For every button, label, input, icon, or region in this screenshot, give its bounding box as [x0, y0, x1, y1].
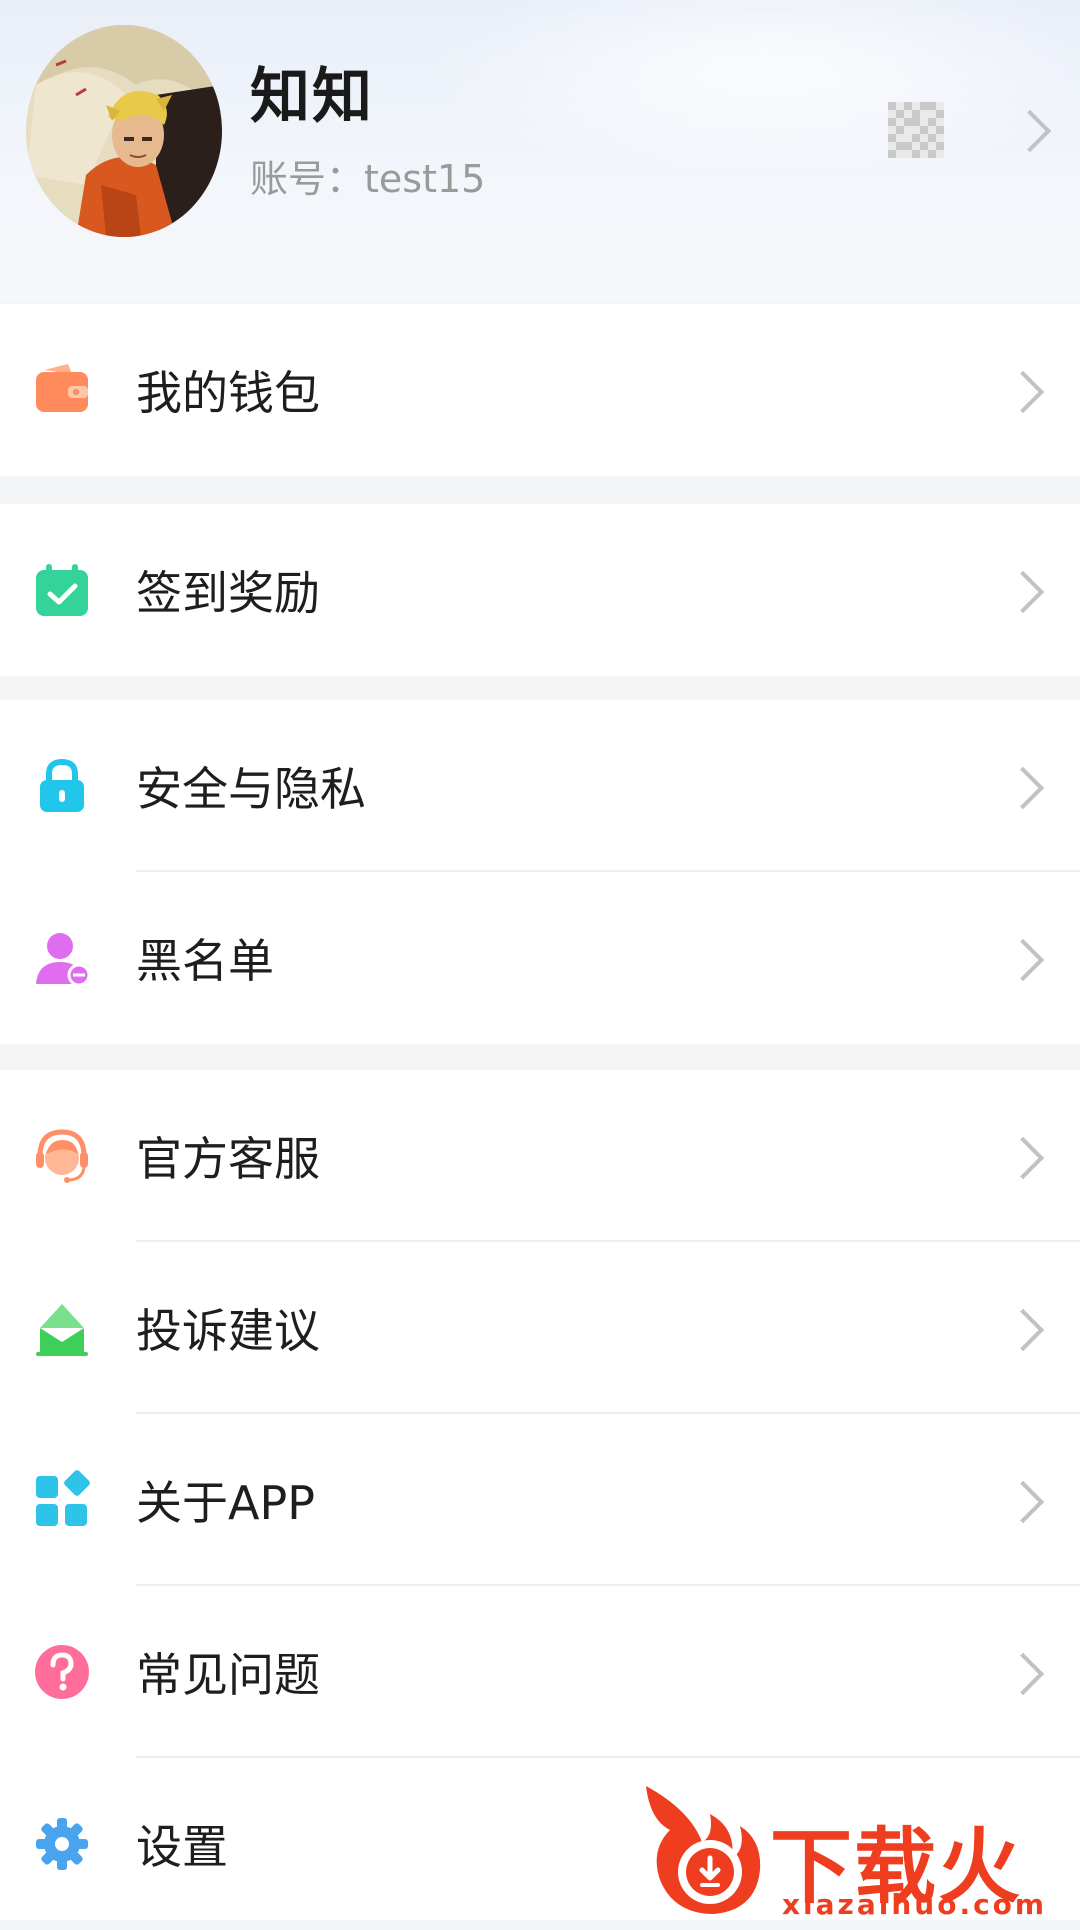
menu-item-label: 设置 — [136, 1820, 228, 1874]
profile-header[interactable]: 知知 账号：test15 — [0, 0, 1080, 300]
account-label: 账号： — [250, 157, 365, 201]
menu-item-label: 常见问题 — [136, 1648, 320, 1702]
chevron-right-icon — [1001, 370, 1045, 414]
menu-item-blacklist[interactable]: 黑名单 — [0, 872, 1080, 1044]
chevron-right-icon — [1001, 1652, 1045, 1696]
menu-item-label: 我的钱包 — [136, 366, 320, 420]
chevron-right-icon — [1001, 1136, 1045, 1180]
menu-item-label: 投诉建议 — [136, 1304, 320, 1358]
chevron-right-icon — [1001, 766, 1045, 810]
calendar-check-icon — [32, 560, 92, 620]
avatar[interactable] — [26, 25, 222, 237]
flame-logo-icon — [646, 1786, 761, 1914]
menu-item-feedback[interactable]: 投诉建议 — [0, 1242, 1080, 1414]
gear-icon — [32, 1814, 92, 1874]
avatar-image — [26, 25, 222, 237]
menu-item-wallet[interactable]: 我的钱包 — [0, 304, 1080, 476]
headset-icon — [32, 1126, 92, 1186]
chevron-right-icon — [1001, 938, 1045, 982]
section-wallet: 我的钱包 — [0, 304, 1080, 476]
menu-item-security[interactable]: 安全与隐私 — [0, 700, 1080, 872]
chevron-right-icon — [1001, 570, 1045, 614]
menu-item-checkin[interactable]: 签到奖励 — [0, 504, 1080, 676]
chevron-right-icon — [1008, 109, 1052, 153]
menu-item-label: 关于APP — [136, 1476, 315, 1530]
menu-item-label: 官方客服 — [136, 1132, 320, 1186]
apps-icon — [32, 1470, 92, 1530]
nickname: 知知 — [250, 62, 374, 132]
user-block-icon — [32, 928, 92, 988]
menu-item-faq[interactable]: 常见问题 — [0, 1586, 1080, 1758]
section-checkin: 签到奖励 — [0, 504, 1080, 676]
menu-item-support[interactable]: 官方客服 — [0, 1070, 1080, 1242]
watermark-url: xiazaihuo.com — [782, 1888, 1048, 1921]
chevron-right-icon — [1001, 1308, 1045, 1352]
menu-item-label: 签到奖励 — [136, 566, 320, 620]
qr-code-icon[interactable] — [888, 100, 944, 160]
watermark-logo: 下载火 xiazaihuo.com — [640, 1780, 1080, 1921]
account-id: 账号：test15 — [250, 148, 485, 203]
section-privacy: 安全与隐私 黑名单 — [0, 700, 1080, 1044]
chevron-right-icon — [1001, 1480, 1045, 1524]
menu-item-about[interactable]: 关于APP — [0, 1414, 1080, 1586]
wallet-icon — [32, 360, 92, 420]
menu-item-label: 安全与隐私 — [136, 762, 366, 816]
lock-icon — [32, 756, 92, 816]
question-icon — [32, 1642, 92, 1702]
menu-item-label: 黑名单 — [136, 934, 274, 988]
account-value: test15 — [364, 157, 486, 201]
envelope-icon — [32, 1298, 92, 1358]
